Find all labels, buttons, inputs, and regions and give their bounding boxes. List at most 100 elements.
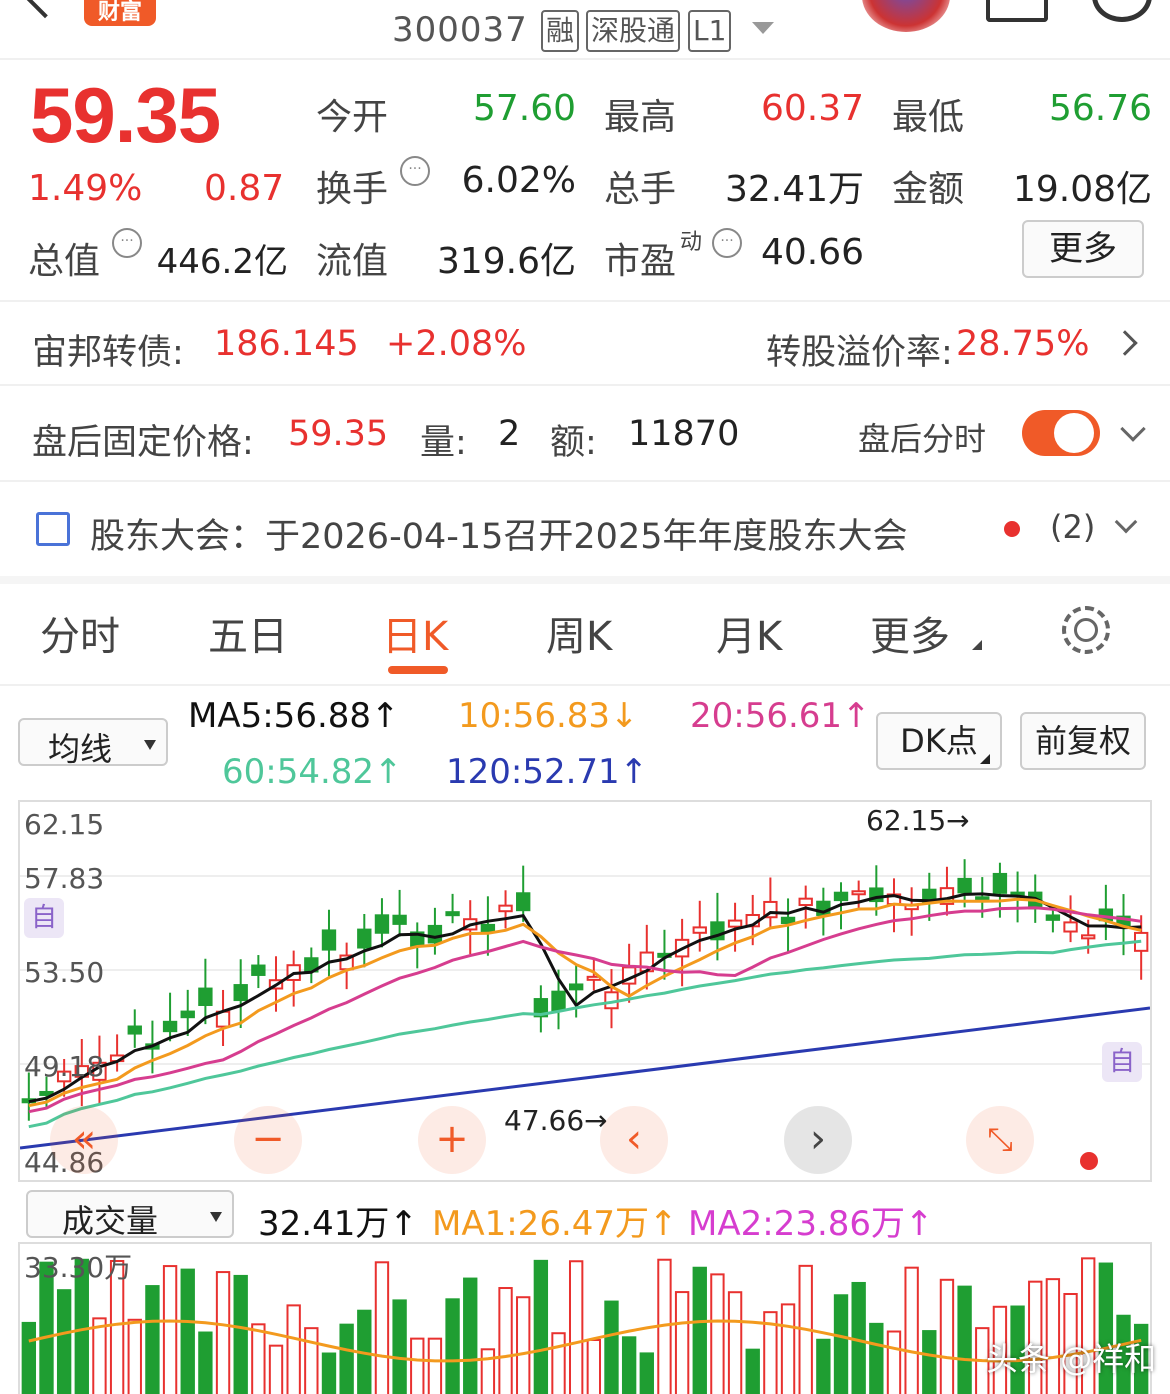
open-value: 57.60 bbox=[472, 88, 576, 129]
volume-bar bbox=[180, 1268, 195, 1394]
volume-bar bbox=[268, 1344, 284, 1394]
dropdown-icon bbox=[144, 740, 156, 750]
after-hours-price: 59.35 bbox=[288, 414, 389, 454]
volume-bar bbox=[710, 1273, 725, 1394]
zoom-out-icon[interactable]: − bbox=[234, 1106, 302, 1174]
candle-body bbox=[321, 929, 337, 951]
candle-body bbox=[357, 928, 372, 949]
dk-point-label: DK点 bbox=[900, 722, 978, 760]
notice-text[interactable]: 股东大会：于2026-04-15召开2025年年度股东大会 bbox=[90, 508, 907, 559]
tab-monthly-k[interactable]: 月K bbox=[716, 604, 782, 662]
share-icon[interactable] bbox=[986, 0, 1048, 22]
volume-bar bbox=[904, 1266, 919, 1394]
volume-bar bbox=[957, 1285, 972, 1394]
indicator-select[interactable]: 均线 bbox=[18, 718, 168, 768]
indicator-select-label: 均线 bbox=[48, 730, 113, 768]
volume-chart[interactable] bbox=[18, 1242, 1152, 1394]
y-axis-label: 62.15 bbox=[24, 808, 105, 841]
volume-bar bbox=[21, 1321, 37, 1394]
pe-superscript: 动 bbox=[680, 230, 703, 255]
volume-bar bbox=[145, 1285, 160, 1394]
candle-body bbox=[374, 914, 390, 934]
after-hours-timeshare-label: 盘后分时 bbox=[858, 420, 987, 458]
search-icon[interactable] bbox=[1092, 0, 1152, 22]
info-icon[interactable]: ··· bbox=[112, 228, 142, 258]
after-hours-vol-label: 量: bbox=[420, 423, 467, 463]
bond-change: +2.08% bbox=[386, 324, 527, 364]
dropdown-icon bbox=[210, 1212, 222, 1222]
chevron-right-icon[interactable]: › bbox=[784, 1106, 852, 1174]
volume-bar bbox=[463, 1277, 478, 1394]
low-value: 56.76 bbox=[1048, 88, 1152, 129]
avatar[interactable] bbox=[862, 0, 950, 32]
tab-daily-k[interactable]: 日K bbox=[382, 604, 448, 662]
tab-intraday[interactable]: 分时 bbox=[40, 604, 120, 662]
info-icon[interactable]: ··· bbox=[400, 156, 430, 186]
unread-dot bbox=[1004, 521, 1020, 537]
tab-weekly-k[interactable]: 周K bbox=[546, 604, 612, 662]
tab-more[interactable]: 更多 bbox=[870, 604, 950, 662]
chevron-down-icon[interactable] bbox=[1114, 510, 1138, 534]
pe-value: 40.66 bbox=[760, 232, 864, 273]
candle-body bbox=[198, 987, 213, 1006]
change-amount: 0.87 bbox=[204, 168, 285, 209]
candle-body bbox=[568, 983, 584, 991]
ma60-value: 60:54.82↑ bbox=[222, 752, 403, 792]
candle-body bbox=[162, 1020, 178, 1033]
candle-body bbox=[727, 919, 743, 928]
amount-value: 19.08亿 bbox=[1012, 169, 1152, 210]
volume-bar bbox=[321, 1352, 337, 1394]
volume-canvas bbox=[21, 1257, 1149, 1394]
volume-value: 32.41万 bbox=[724, 169, 864, 210]
volume-bar bbox=[639, 1352, 654, 1394]
adjust-button[interactable]: 前复权 bbox=[1020, 712, 1146, 770]
chevron-down-icon[interactable] bbox=[752, 22, 774, 34]
volume-bar bbox=[480, 1348, 496, 1394]
volume-bar bbox=[410, 1337, 425, 1394]
volume-bar bbox=[780, 1303, 796, 1394]
candle-body bbox=[551, 990, 566, 1012]
volume-bar bbox=[392, 1299, 407, 1394]
info-icon[interactable]: ··· bbox=[712, 228, 742, 258]
auto-tag-right[interactable]: 自 bbox=[1102, 1042, 1142, 1082]
after-hours-amt: 11870 bbox=[628, 414, 740, 454]
high-marker: 62.15→ bbox=[866, 804, 970, 837]
float-cap-value: 319.6亿 bbox=[436, 241, 576, 282]
connect-tag: 深股通 bbox=[586, 10, 681, 52]
chevron-left-icon[interactable]: ‹ bbox=[600, 1106, 668, 1174]
fast-back-icon[interactable]: « bbox=[50, 1106, 118, 1174]
low-label: 最低 bbox=[892, 97, 965, 138]
candle-body bbox=[516, 892, 531, 912]
volume-bar bbox=[886, 1330, 902, 1394]
chevron-right-icon[interactable] bbox=[1112, 330, 1138, 356]
tab-five-day[interactable]: 五日 bbox=[208, 604, 288, 662]
y-axis-label: 53.50 bbox=[24, 956, 105, 989]
zoom-in-icon[interactable]: + bbox=[418, 1106, 486, 1174]
notice-count: (2) bbox=[1050, 508, 1096, 546]
candle-body bbox=[692, 926, 707, 934]
more-button[interactable]: 更多 bbox=[1022, 220, 1144, 278]
high-label: 最高 bbox=[604, 97, 677, 138]
high-value: 60.37 bbox=[760, 88, 864, 129]
fullscreen-icon[interactable]: ⤡ bbox=[966, 1106, 1034, 1174]
volume-bar bbox=[533, 1259, 549, 1394]
volume-bar bbox=[816, 1338, 831, 1394]
market-cap-label: 总值 bbox=[28, 241, 101, 282]
after-hours-label: 盘后固定价格: bbox=[32, 423, 254, 463]
volume-bar bbox=[568, 1260, 584, 1394]
volume-indicator-select[interactable]: 成交量 bbox=[26, 1190, 234, 1240]
chevron-down-icon[interactable] bbox=[1120, 416, 1146, 442]
ma120-value: 120:52.71↑ bbox=[446, 752, 649, 792]
volume-ma-line bbox=[28, 1319, 1142, 1363]
volume-bar bbox=[127, 1318, 142, 1394]
volume-bar bbox=[939, 1278, 955, 1394]
back-icon[interactable] bbox=[23, 0, 67, 19]
volume-bar bbox=[162, 1265, 178, 1394]
ma-line bbox=[28, 897, 1142, 1108]
premium-value: 28.75% bbox=[956, 324, 1090, 364]
corner-caret-icon bbox=[980, 754, 990, 764]
candle-body bbox=[1081, 934, 1096, 940]
auto-tag-left[interactable]: 自 bbox=[24, 898, 64, 938]
turnover-value: 6.02% bbox=[461, 160, 576, 201]
candle-body bbox=[798, 897, 813, 907]
